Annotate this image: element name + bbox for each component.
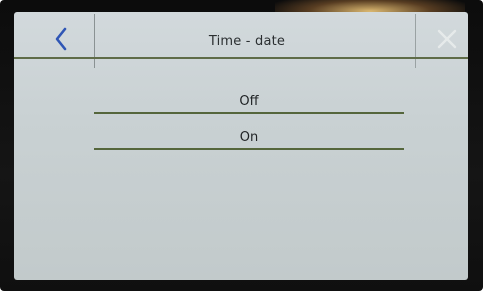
close-button[interactable] bbox=[415, 14, 468, 68]
option-label-on: On bbox=[239, 129, 259, 145]
option-underline bbox=[94, 112, 404, 114]
header-bar: Time - date bbox=[28, 14, 468, 68]
page-title: Time - date bbox=[208, 33, 286, 49]
chevron-left-icon bbox=[54, 26, 68, 56]
back-button[interactable] bbox=[28, 14, 95, 68]
option-on[interactable]: On bbox=[94, 124, 404, 150]
option-off[interactable]: Off bbox=[94, 88, 404, 114]
option-label-off: Off bbox=[239, 93, 259, 109]
option-underline bbox=[94, 148, 404, 150]
touch-screen: Time - date Off On bbox=[14, 12, 468, 280]
header-divider bbox=[14, 57, 468, 59]
close-icon bbox=[435, 27, 459, 55]
